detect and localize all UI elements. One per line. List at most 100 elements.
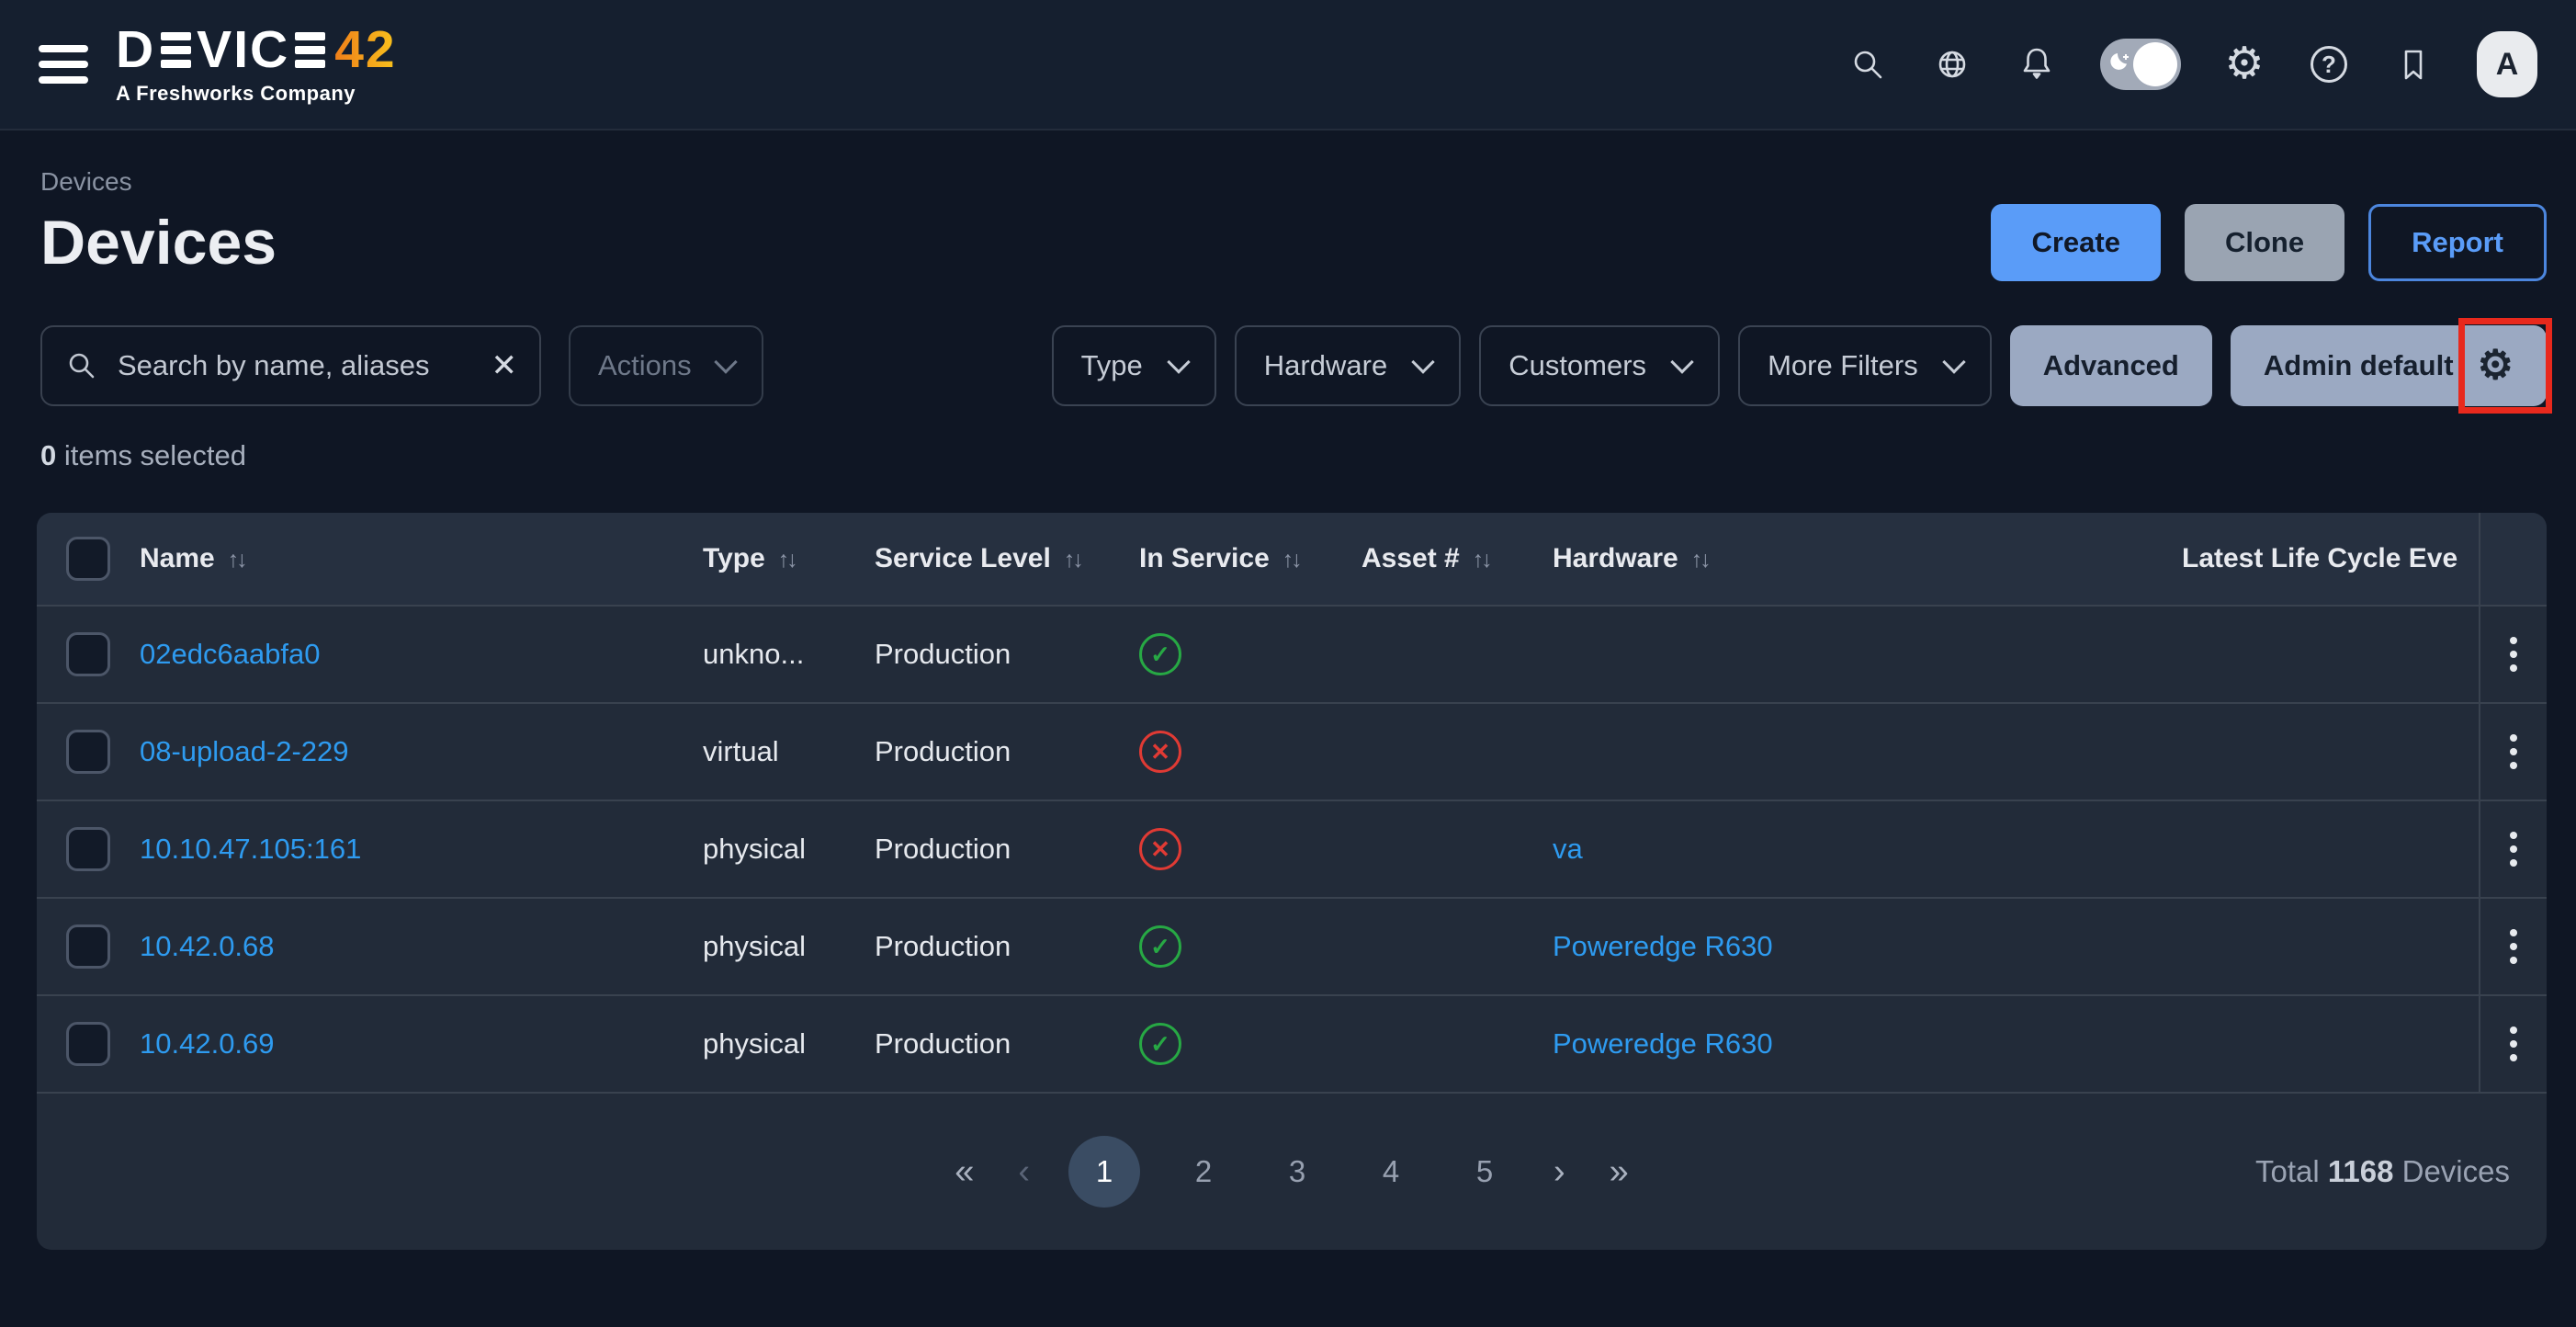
breadcrumb[interactable]: Devices [40, 167, 2536, 197]
row-menu-kebab[interactable] [2503, 824, 2525, 874]
user-avatar[interactable]: A [2477, 31, 2537, 97]
row-menu-kebab[interactable] [2503, 922, 2525, 971]
hardware-link[interactable]: Poweredge R630 [1553, 930, 1773, 962]
view-settings-gear-icon[interactable] [2478, 346, 2514, 386]
column-header-in-service[interactable]: In Service [1139, 543, 1361, 574]
type-cell: virtual [703, 735, 875, 768]
in-service-check-icon [1139, 1023, 1181, 1065]
device42-app: D VIC 42 A Freshworks Company [0, 0, 2576, 1327]
toolbar: ✕ Actions Type Hardware Customers More F… [40, 325, 2547, 406]
filter-type-dropdown[interactable]: Type [1052, 325, 1216, 406]
row-checkbox[interactable] [66, 924, 110, 969]
title-row: Devices Create Clone Report [40, 204, 2547, 281]
actions-dropdown[interactable]: Actions [569, 325, 763, 406]
row-checkbox[interactable] [66, 632, 110, 676]
hardware-link[interactable]: va [1553, 833, 1583, 865]
advanced-label: Advanced [2043, 349, 2179, 382]
page-1-button[interactable]: 1 [1068, 1136, 1140, 1208]
table-row: 02edc6aabfa0 unkno... Production [37, 605, 2547, 702]
sort-icon[interactable] [1051, 543, 1081, 573]
table-row: 10.10.47.105:161 physical Production va [37, 800, 2547, 897]
logo-letter-d: D [116, 24, 155, 76]
row-menu-kebab[interactable] [2503, 727, 2525, 777]
device-name-link[interactable]: 02edc6aabfa0 [140, 638, 321, 670]
sort-icon[interactable] [215, 543, 245, 573]
hardware-link[interactable]: Poweredge R630 [1553, 1027, 1773, 1060]
help-icon[interactable]: ? [2308, 43, 2350, 85]
filter-customers-dropdown[interactable]: Customers [1479, 325, 1720, 406]
logo-letters-vic: VIC [197, 24, 289, 76]
logo-stylized-e [295, 32, 325, 68]
admin-default-view-button[interactable]: Admin default [2231, 325, 2547, 406]
more-filters-label: More Filters [1768, 349, 1918, 382]
device-name-link[interactable]: 10.42.0.69 [140, 1027, 275, 1060]
type-cell: physical [703, 930, 875, 963]
toggle-knob [2133, 42, 2177, 86]
device-name-link[interactable]: 10.42.0.68 [140, 930, 275, 962]
row-checkbox[interactable] [66, 827, 110, 871]
device42-logo[interactable]: D VIC 42 A Freshworks Company [116, 24, 397, 106]
filters-group: Type Hardware Customers More Filters Adv… [1052, 325, 2547, 406]
page-2-button[interactable]: 2 [1173, 1141, 1234, 1202]
device-name-link[interactable]: 08-upload-2-229 [140, 735, 349, 767]
sort-icon[interactable] [1270, 543, 1300, 573]
table-header-row: Name Type Service Level In Service Asset… [37, 513, 2547, 605]
in-service-check-icon [1139, 925, 1181, 968]
column-header-service-level[interactable]: Service Level [875, 543, 1139, 574]
device-name-link[interactable]: 10.10.47.105:161 [140, 833, 361, 865]
row-checkbox[interactable] [66, 1022, 110, 1066]
more-filters-dropdown[interactable]: More Filters [1738, 325, 1992, 406]
service-level-cell: Production [875, 735, 1139, 768]
not-in-service-x-icon [1139, 828, 1181, 870]
pagination: « ‹ 1 2 3 4 5 › » [949, 1136, 1634, 1208]
column-header-hardware[interactable]: Hardware [1553, 543, 2182, 574]
filter-hardware-dropdown[interactable]: Hardware [1235, 325, 1461, 406]
page-5-button[interactable]: 5 [1454, 1141, 1515, 1202]
next-page-button[interactable]: › [1548, 1152, 1571, 1192]
settings-gear-icon[interactable] [2223, 43, 2265, 85]
filter-hardware-label: Hardware [1264, 349, 1387, 382]
topbar-right: ? A [1847, 31, 2537, 97]
first-page-button[interactable]: « [949, 1152, 979, 1192]
actions-label: Actions [598, 349, 692, 382]
column-header-name[interactable]: Name [140, 543, 703, 574]
selected-label: items selected [64, 439, 246, 471]
total-devices-count: Total 1168 Devices [2255, 1154, 2510, 1189]
column-header-type[interactable]: Type [703, 543, 875, 574]
table-row: 08-upload-2-229 virtual Production [37, 702, 2547, 800]
globe-icon[interactable] [1931, 43, 1973, 85]
notifications-bell-icon[interactable] [2016, 43, 2058, 85]
prev-page-button[interactable]: ‹ [1012, 1152, 1035, 1192]
clear-search-icon[interactable]: ✕ [491, 350, 518, 381]
report-button[interactable]: Report [2368, 204, 2547, 281]
dark-mode-toggle[interactable] [2100, 39, 2181, 90]
row-checkbox[interactable] [66, 730, 110, 774]
column-header-asset[interactable]: Asset # [1361, 543, 1553, 574]
service-level-cell: Production [875, 930, 1139, 963]
search-box[interactable]: ✕ [40, 325, 541, 406]
sort-icon[interactable] [765, 543, 796, 573]
type-cell: unkno... [703, 638, 875, 671]
row-menu-kebab[interactable] [2503, 1019, 2525, 1069]
last-page-button[interactable]: » [1604, 1152, 1634, 1192]
create-button[interactable]: Create [1991, 204, 2161, 281]
page-3-button[interactable]: 3 [1267, 1141, 1328, 1202]
search-input[interactable] [116, 348, 475, 383]
column-header-latest-lifecycle[interactable]: Latest Life Cycle Eve [2182, 543, 2479, 574]
clone-button[interactable]: Clone [2185, 204, 2344, 281]
search-icon[interactable] [1847, 43, 1889, 85]
selected-count: 0 [40, 439, 56, 471]
hamburger-menu-icon[interactable] [39, 45, 88, 84]
logo-stylized-e [161, 32, 191, 68]
sort-icon[interactable] [1678, 543, 1709, 573]
chevron-down-icon [1411, 350, 1434, 373]
service-level-cell: Production [875, 833, 1139, 866]
select-all-checkbox[interactable] [66, 537, 110, 581]
header-buttons: Create Clone Report [1991, 204, 2547, 281]
sort-icon[interactable] [1460, 543, 1490, 573]
service-level-cell: Production [875, 638, 1139, 671]
row-menu-kebab[interactable] [2503, 629, 2525, 679]
page-4-button[interactable]: 4 [1361, 1141, 1421, 1202]
bookmark-icon[interactable] [2392, 43, 2435, 85]
advanced-button[interactable]: Advanced [2010, 325, 2212, 406]
